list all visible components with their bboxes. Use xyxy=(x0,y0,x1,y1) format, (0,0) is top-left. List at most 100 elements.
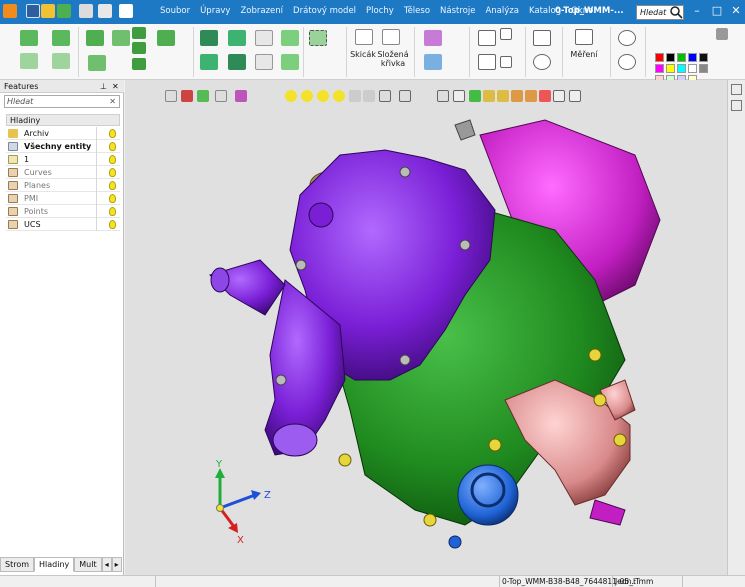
layer-label: Curves xyxy=(24,168,52,177)
visibility-bulb-icon[interactable] xyxy=(109,207,116,216)
clear-search-icon[interactable]: ✕ xyxy=(109,96,116,108)
boolean-icon[interactable] xyxy=(157,30,175,46)
offset-surface-icon[interactable] xyxy=(228,30,246,46)
ribbon-separator xyxy=(414,27,415,77)
coordinate-system-icon[interactable] xyxy=(424,54,442,70)
text-icon[interactable] xyxy=(478,54,496,70)
loft-icon[interactable] xyxy=(52,53,70,69)
draft-icon[interactable] xyxy=(132,58,146,70)
minimize-icon[interactable]: – xyxy=(687,0,707,24)
layer-label: UCS xyxy=(24,220,41,229)
annotation-icon[interactable] xyxy=(500,28,512,40)
pin-icon[interactable]: ⊥ xyxy=(100,80,107,93)
sketch-label[interactable]: Skicák xyxy=(348,50,378,59)
move-icon[interactable] xyxy=(281,54,299,70)
menu-teleso[interactable]: Těleso xyxy=(399,6,435,16)
search-icon[interactable] xyxy=(668,5,684,20)
composite-curve-label[interactable]: Složená křivka xyxy=(376,50,410,68)
3d-viewport[interactable]: Y Z X xyxy=(125,80,727,575)
swap-icon[interactable] xyxy=(533,30,551,46)
composite-curve-icon[interactable] xyxy=(382,29,400,45)
zoom-selection-icon[interactable] xyxy=(618,54,636,70)
engine-part-model[interactable] xyxy=(209,119,661,549)
menu-nastroje[interactable]: Nástroje xyxy=(435,6,480,16)
revolve-icon[interactable] xyxy=(52,30,70,46)
status-units: Jedn.: mm xyxy=(612,576,682,587)
visibility-bulb-icon[interactable] xyxy=(109,194,116,203)
sketch-icon[interactable] xyxy=(355,29,373,45)
open-folder-icon[interactable] xyxy=(41,4,55,18)
curve-icon[interactable] xyxy=(424,30,442,46)
close-icon[interactable]: ✕ xyxy=(112,80,119,93)
ribbon-separator xyxy=(193,27,194,77)
layer-row-pmi[interactable]: PMI xyxy=(6,192,120,205)
menu-analyza[interactable]: Analýza xyxy=(480,6,523,16)
layer-row-planes[interactable]: Planes xyxy=(6,179,120,192)
print-icon[interactable] xyxy=(79,4,93,18)
layer-row-1[interactable]: 1 xyxy=(6,153,120,166)
pattern-icon[interactable] xyxy=(88,55,106,71)
ribbon-toolbar: Skicák Složená křivka Měření xyxy=(0,24,745,84)
features-search-input[interactable]: Hledat ✕ xyxy=(4,95,120,108)
app-logo-icon xyxy=(3,4,17,18)
menu-upravy[interactable]: Úpravy xyxy=(195,6,235,16)
ribbon-separator xyxy=(645,27,646,77)
dimension-icon[interactable] xyxy=(478,30,496,46)
layer-row-vsechny-entity[interactable]: Všechny entity xyxy=(6,140,120,153)
save-icon[interactable] xyxy=(26,4,40,18)
trim-icon[interactable] xyxy=(255,30,273,46)
sweep-icon[interactable] xyxy=(20,53,38,69)
new-file-icon[interactable] xyxy=(57,4,71,18)
menu-soubor[interactable]: Soubor xyxy=(155,6,195,16)
layer-row-curves[interactable]: Curves xyxy=(6,166,120,179)
layout-icon[interactable] xyxy=(98,4,112,18)
shell-icon[interactable] xyxy=(112,30,130,46)
tab-mult[interactable]: Mult xyxy=(74,557,102,572)
main-menu: Soubor Úpravy Zobrazení Drátový model Pl… xyxy=(155,6,598,16)
menu-zobrazeni[interactable]: Zobrazení xyxy=(235,6,288,16)
tab-strom[interactable]: Strom xyxy=(0,557,35,572)
layer-row-archiv[interactable]: Archiv xyxy=(6,127,120,140)
visibility-bulb-icon[interactable] xyxy=(109,129,116,138)
visibility-bulb-icon[interactable] xyxy=(109,155,116,164)
tab-scroll-left-icon[interactable]: ◂ xyxy=(101,557,112,572)
box-icon[interactable] xyxy=(86,30,104,46)
split-icon[interactable] xyxy=(255,54,273,70)
maximize-icon[interactable]: □ xyxy=(707,0,727,24)
ribbon-minimize-icon[interactable] xyxy=(716,28,728,40)
layer-label: PMI xyxy=(24,194,39,203)
visibility-bulb-icon[interactable] xyxy=(109,142,116,151)
surface-icon[interactable] xyxy=(200,30,218,46)
fillet-icon[interactable] xyxy=(132,27,146,39)
visibility-bulb-icon[interactable] xyxy=(109,168,116,177)
extend-icon[interactable] xyxy=(200,54,218,70)
mirror-icon[interactable] xyxy=(281,30,299,46)
select-icon[interactable] xyxy=(309,30,327,46)
menu-plochy[interactable]: Plochy xyxy=(361,6,399,16)
zoom-icon[interactable] xyxy=(618,30,636,46)
menu-dratovy-model[interactable]: Drátový model xyxy=(288,6,361,16)
layer-group-icon xyxy=(8,181,18,190)
visibility-bulb-icon[interactable] xyxy=(109,220,116,229)
options-icon[interactable] xyxy=(731,100,742,111)
close-window-icon[interactable]: ✕ xyxy=(726,0,745,24)
model-canvas[interactable]: Y Z X xyxy=(125,80,727,575)
status-cell-end xyxy=(682,576,745,587)
features-panel-title: Features ⊥ ✕ xyxy=(0,80,124,93)
layer-row-points[interactable]: Points xyxy=(6,205,120,218)
visibility-bulb-icon[interactable] xyxy=(109,181,116,190)
layer-label: Planes xyxy=(24,181,51,190)
regenerate-icon[interactable] xyxy=(533,54,551,70)
extrude-icon[interactable] xyxy=(20,30,38,46)
tab-scroll-right-icon[interactable]: ▸ xyxy=(111,557,122,572)
view-icon[interactable] xyxy=(119,4,133,18)
restore-icon[interactable] xyxy=(731,84,742,95)
measure-icon[interactable] xyxy=(575,29,593,45)
chamfer-icon[interactable] xyxy=(132,42,146,54)
tab-hladiny[interactable]: Hladiny xyxy=(34,557,75,572)
symbol-icon[interactable] xyxy=(500,56,512,68)
layers-column-header[interactable]: Hladiny xyxy=(6,114,120,126)
measure-label[interactable]: Měření xyxy=(566,50,602,59)
stitch-icon[interactable] xyxy=(228,54,246,70)
layer-row-ucs[interactable]: UCS xyxy=(6,218,120,231)
